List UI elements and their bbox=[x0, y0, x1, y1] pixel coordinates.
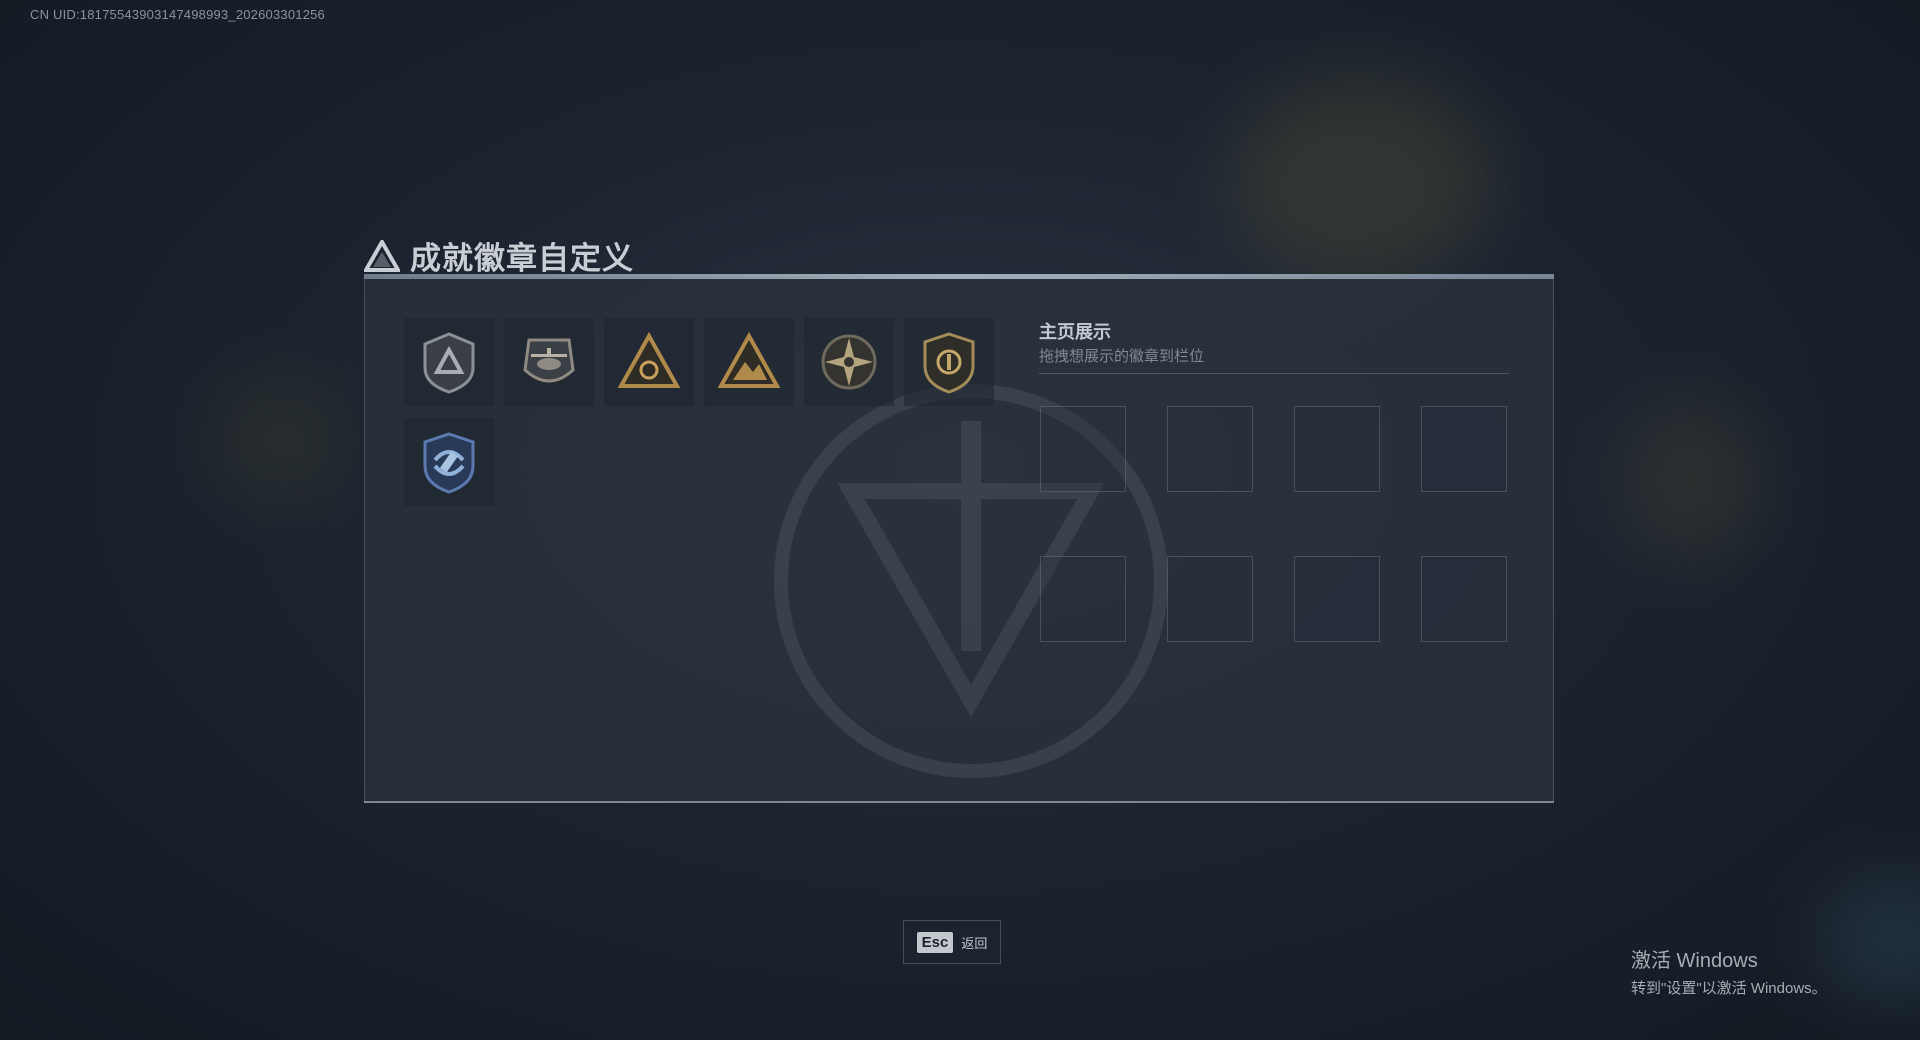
background-glow bbox=[1230, 80, 1490, 280]
showcase-slot[interactable] bbox=[1294, 556, 1380, 642]
back-label: 返回 bbox=[961, 935, 988, 951]
showcase-slot[interactable] bbox=[1040, 556, 1126, 642]
showcase-slot[interactable] bbox=[1167, 406, 1253, 492]
badge-item[interactable] bbox=[404, 318, 494, 406]
panel-top-border bbox=[364, 274, 1554, 279]
gold-shield-badge-icon bbox=[923, 332, 975, 394]
uid-label: CN UID:18175543903147498993_202603301256 bbox=[30, 7, 325, 22]
shield-triangle-badge-icon bbox=[423, 332, 475, 394]
gold-triangle-badge-icon bbox=[617, 331, 681, 388]
showcase-subtitle: 拖拽想展示的徽章到栏位 bbox=[1039, 348, 1205, 365]
showcase-divider bbox=[1039, 373, 1509, 374]
showcase-slot[interactable] bbox=[1421, 406, 1507, 492]
windows-activation-notice: 激活 Windows 转到"设置"以激活 Windows。 bbox=[1631, 944, 1827, 998]
showcase-slot[interactable] bbox=[1421, 556, 1507, 642]
badge-item[interactable] bbox=[804, 318, 894, 406]
background-glow bbox=[1820, 880, 1920, 1000]
triangle-emblem-icon bbox=[364, 239, 400, 272]
helicopter-badge-icon bbox=[523, 338, 575, 383]
esc-key-icon: Esc bbox=[916, 931, 954, 953]
background-glow bbox=[1620, 400, 1760, 560]
background-glow bbox=[220, 380, 340, 500]
badge-item[interactable] bbox=[704, 318, 794, 406]
gold-mountain-triangle-badge-icon bbox=[717, 331, 781, 388]
panel-bottom-border bbox=[364, 801, 1554, 803]
windows-activation-hint: 转到"设置"以激活 Windows。 bbox=[1631, 980, 1827, 997]
windows-activation-title: 激活 Windows bbox=[1631, 950, 1758, 972]
badge-item[interactable] bbox=[504, 318, 594, 406]
badge-item[interactable] bbox=[404, 418, 494, 506]
star-compass-badge-icon bbox=[821, 334, 877, 390]
badge-item[interactable] bbox=[904, 318, 994, 406]
showcase-slot[interactable] bbox=[1167, 556, 1253, 642]
blue-shield-badge-icon bbox=[423, 432, 475, 494]
dialog-title: 成就徽章自定义 bbox=[364, 233, 634, 278]
showcase-slot[interactable] bbox=[1040, 406, 1126, 492]
showcase-title: 主页展示 bbox=[1039, 322, 1111, 342]
showcase-slot[interactable] bbox=[1294, 406, 1380, 492]
back-button[interactable]: Esc 返回 bbox=[903, 920, 1001, 964]
badge-item[interactable] bbox=[604, 318, 694, 406]
dialog-title-text: 成就徽章自定义 bbox=[410, 241, 634, 276]
